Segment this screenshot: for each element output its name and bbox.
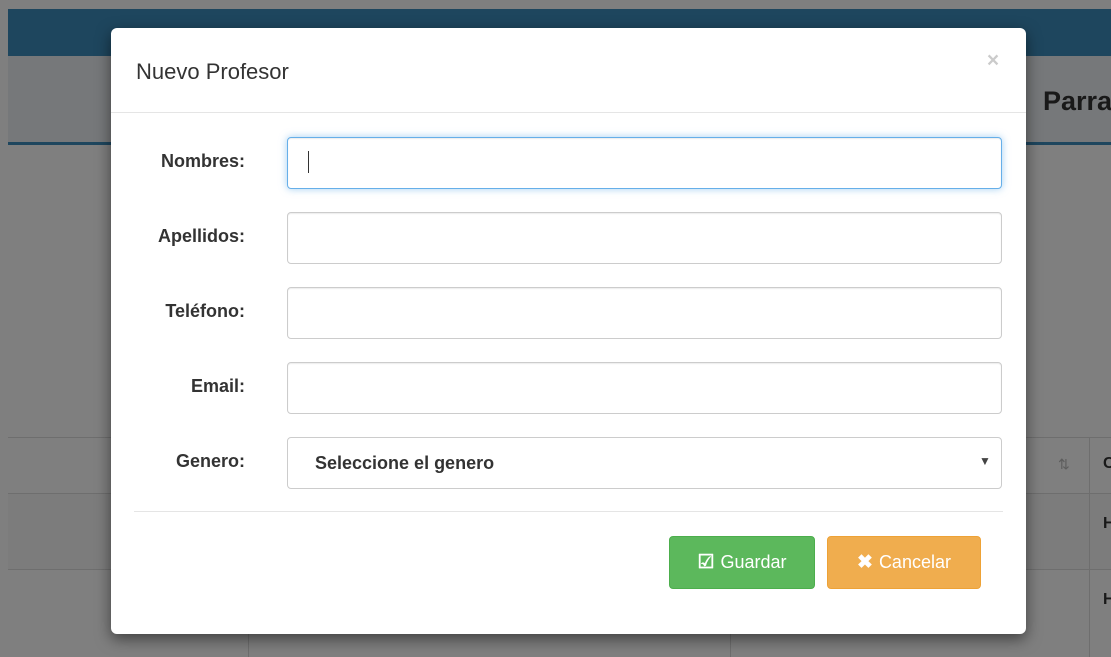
cancel-button-label: Cancelar xyxy=(878,552,951,572)
email-input[interactable] xyxy=(287,362,1002,414)
telefono-input[interactable] xyxy=(287,287,1002,339)
nombres-label: Nombres: xyxy=(160,151,245,171)
modal-header: Nuevo Profesor × xyxy=(111,28,1026,113)
close-icon[interactable]: × xyxy=(983,50,1003,72)
genero-label: Genero: xyxy=(175,451,245,471)
apellidos-label: Apellidos: xyxy=(157,226,245,246)
telefono-row: Teléfono: xyxy=(111,287,1026,339)
check-square-icon: ☑ xyxy=(697,552,715,573)
apellidos-input[interactable] xyxy=(287,212,1002,264)
new-teacher-modal: Nuevo Profesor × Nombres: Apellidos: Tel… xyxy=(111,28,1026,634)
apellidos-row: Apellidos: xyxy=(111,212,1026,264)
footer-divider xyxy=(134,511,1003,512)
dropdown-arrow-icon: ▼ xyxy=(979,454,991,468)
nombres-input[interactable] xyxy=(287,137,1002,189)
save-button-label: Guardar xyxy=(720,552,787,572)
save-button[interactable]: ☑ Guardar xyxy=(669,536,815,589)
text-cursor xyxy=(308,151,309,173)
nombres-row: Nombres: xyxy=(111,137,1026,189)
times-icon: ✖ xyxy=(857,552,873,573)
email-label: Email: xyxy=(190,376,245,396)
cancel-button[interactable]: ✖ Cancelar xyxy=(827,536,981,589)
genero-select[interactable]: Seleccione el genero ▼ xyxy=(287,437,1002,489)
genero-row: Genero: Seleccione el genero ▼ xyxy=(111,437,1026,489)
genero-selected-value: Seleccione el genero xyxy=(315,453,495,473)
telefono-label: Teléfono: xyxy=(165,301,245,321)
email-row: Email: xyxy=(111,362,1026,414)
modal-title: Nuevo Profesor xyxy=(136,59,289,84)
